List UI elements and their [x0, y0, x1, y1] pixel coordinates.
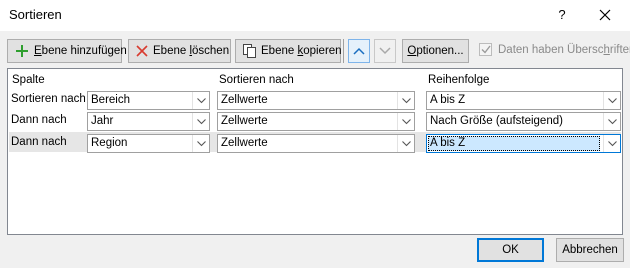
row-label: Dann nach: [11, 114, 67, 126]
header-sort-on: Sortieren nach: [219, 74, 294, 86]
chevron-down-icon[interactable]: [397, 135, 414, 152]
headers-checkbox[interactable]: [479, 43, 492, 56]
plus-icon: [14, 43, 30, 59]
chevron-down-icon[interactable]: [192, 92, 209, 109]
headers-checkbox-label-b: riften: [609, 43, 630, 56]
sort-levels-grid: Spalte Sortieren nach Reihenfolge Sortie…: [7, 68, 623, 235]
add-level-button[interactable]: Ebene hinzufügen: [7, 39, 127, 63]
copy-level-label-a: Ebene: [261, 45, 298, 57]
sort-on-select-value: Zellwerte: [221, 94, 268, 106]
cancel-button[interactable]: Abbrechen: [556, 238, 624, 262]
options-mnemonic: O: [407, 45, 417, 57]
chevron-down-icon[interactable]: [603, 113, 620, 130]
copy-level-button[interactable]: Ebene kopieren: [235, 39, 342, 63]
header-column: Spalte: [12, 74, 45, 86]
close-icon: [599, 9, 611, 21]
column-select[interactable]: Bereich: [87, 91, 210, 110]
chevron-down-icon[interactable]: [397, 92, 414, 109]
dialog-title: Sortieren: [9, 7, 62, 22]
headers-checkbox-label-a: Daten haben Übersc: [498, 43, 604, 56]
help-button[interactable]: ?: [547, 4, 577, 26]
copy-icon: [242, 43, 257, 59]
delete-level-label-a: Ebene: [153, 45, 190, 57]
order-select-value: A bis Z: [428, 136, 600, 151]
checkmark-icon: [481, 45, 491, 54]
move-down-button[interactable]: [374, 39, 396, 63]
delete-level-label-b: öschen: [192, 45, 230, 57]
options-label: ptionen...: [416, 45, 464, 57]
chevron-down-icon[interactable]: [192, 113, 209, 130]
chevron-down-icon: [379, 47, 391, 55]
column-select[interactable]: Jahr: [87, 112, 210, 131]
chevron-down-icon[interactable]: [603, 92, 620, 109]
delete-level-button[interactable]: Ebene löschen: [128, 39, 231, 63]
row-label: Dann nach: [11, 136, 67, 148]
sort-on-select[interactable]: Zellwerte: [217, 134, 415, 153]
options-button[interactable]: Optionen...: [402, 39, 469, 63]
add-level-label: bene hinzufügen: [41, 45, 127, 57]
order-select[interactable]: A bis Z: [426, 134, 621, 153]
column-select-value: Bereich: [91, 94, 130, 106]
headers-checkbox-group[interactable]: Daten haben Überschriften: [479, 43, 630, 56]
header-order: Reihenfolge: [428, 74, 490, 86]
column-select-value: Jahr: [91, 115, 114, 127]
chevron-down-icon[interactable]: [603, 135, 620, 152]
sort-dialog: Sortieren ? Ebene hinzufügen Ebene lösch…: [0, 0, 630, 268]
order-select-value: Nach Größe (aufsteigend): [430, 115, 563, 127]
chevron-down-icon[interactable]: [192, 135, 209, 152]
sort-on-select[interactable]: Zellwerte: [217, 112, 415, 131]
sort-on-select[interactable]: Zellwerte: [217, 91, 415, 110]
order-select[interactable]: A bis Z: [426, 91, 621, 110]
title-bar: Sortieren ?: [0, 0, 630, 31]
order-select-value: A bis Z: [430, 94, 466, 106]
delete-x-icon: [135, 44, 149, 58]
ok-button[interactable]: OK: [477, 238, 544, 262]
toolbar-separator: [343, 39, 344, 63]
column-select[interactable]: Region: [87, 134, 210, 153]
row-label: Sortieren nach: [11, 93, 86, 105]
copy-level-label-b: opieren: [303, 45, 342, 57]
move-up-button[interactable]: [348, 39, 370, 63]
sort-on-select-value: Zellwerte: [221, 137, 268, 149]
order-select[interactable]: Nach Größe (aufsteigend): [426, 112, 621, 131]
column-select-value: Region: [91, 137, 128, 149]
chevron-up-icon: [353, 47, 365, 55]
chevron-down-icon[interactable]: [397, 113, 414, 130]
add-level-mnemonic: E: [34, 45, 42, 57]
sort-on-select-value: Zellwerte: [221, 115, 268, 127]
close-button[interactable]: [590, 4, 620, 26]
